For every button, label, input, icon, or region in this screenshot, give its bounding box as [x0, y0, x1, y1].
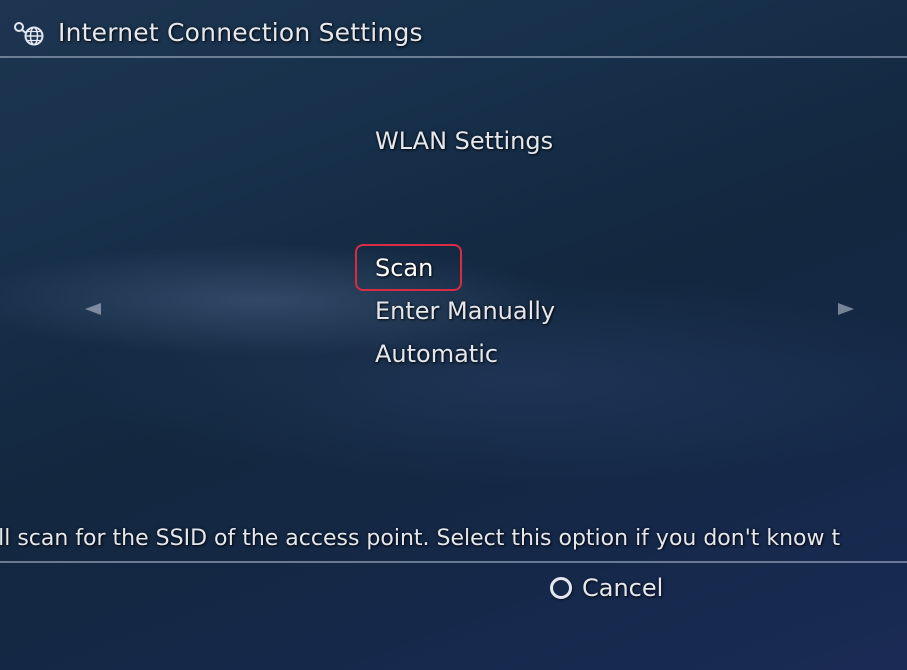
cancel-button[interactable]: Cancel	[550, 571, 663, 605]
header: Internet Connection Settings	[0, 0, 907, 56]
help-text: ill scan for the SSID of the access poin…	[0, 526, 841, 551]
page-title: Internet Connection Settings	[58, 18, 423, 47]
footer-divider	[0, 561, 907, 563]
left-arrow-icon[interactable]	[85, 303, 101, 315]
menu-item-automatic[interactable]: Automatic	[375, 336, 555, 379]
section-title: WLAN Settings	[375, 127, 554, 155]
right-arrow-icon[interactable]	[838, 303, 854, 315]
ps3-settings-screen: Internet Connection Settings WLAN Settin…	[0, 0, 907, 670]
circle-button-icon	[550, 577, 572, 599]
menu-item-enter-manually[interactable]: Enter Manually	[375, 293, 555, 336]
cancel-label: Cancel	[582, 574, 664, 602]
wlan-options-menu: Scan Enter Manually Automatic	[375, 250, 555, 379]
network-settings-icon	[14, 22, 44, 46]
header-divider	[0, 56, 907, 58]
menu-item-scan[interactable]: Scan	[375, 250, 555, 293]
